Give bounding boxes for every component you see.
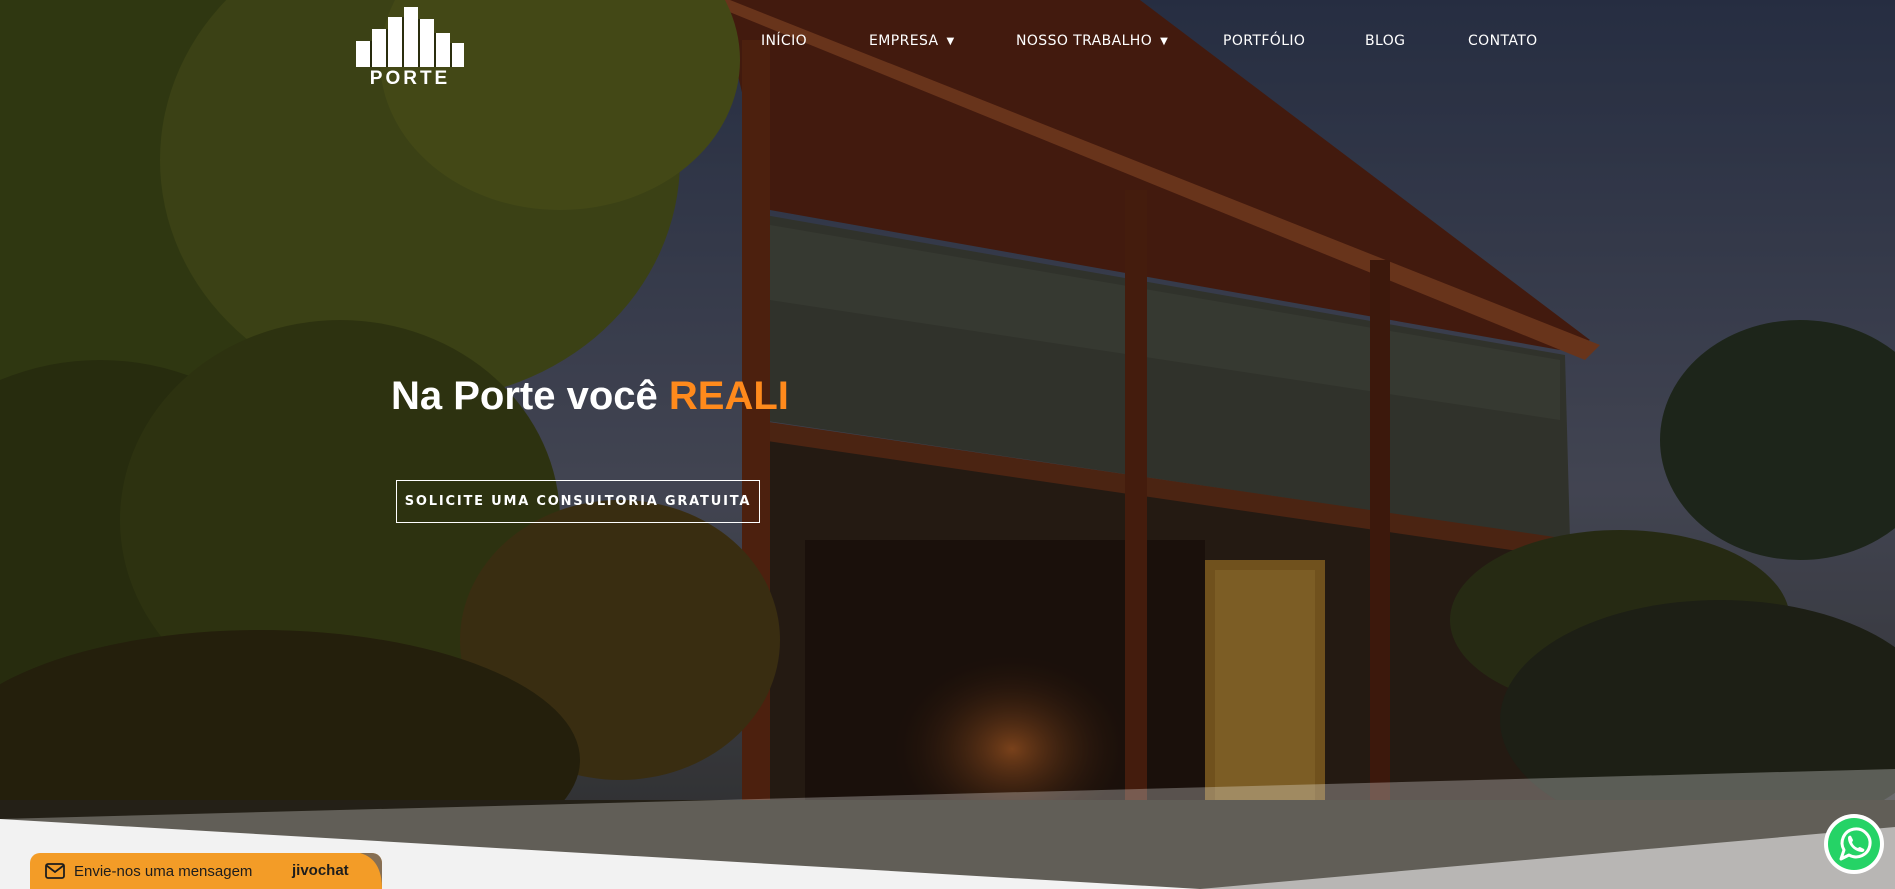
nav-label: CONTATO bbox=[1468, 33, 1538, 49]
consultation-button-label: SOLICITE UMA CONSULTORIA GRATUITA bbox=[404, 494, 752, 509]
nav-item-inicio[interactable]: INÍCIO bbox=[761, 33, 807, 49]
logo-text: PORTE bbox=[370, 68, 450, 85]
hero-headline: Na Porte você REALI bbox=[391, 374, 789, 419]
nav-item-blog[interactable]: BLOG bbox=[1365, 33, 1405, 49]
chat-brand: jivochat bbox=[292, 862, 349, 879]
nav-item-nosso-trabalho[interactable]: NOSSO TRABALHO ▼ bbox=[1016, 33, 1168, 49]
chat-corner-decoration bbox=[360, 853, 382, 889]
chevron-down-icon: ▼ bbox=[1160, 36, 1169, 47]
consultation-button[interactable]: SOLICITE UMA CONSULTORIA GRATUITA bbox=[396, 480, 760, 523]
chat-message-label: Envie-nos uma mensagem bbox=[74, 862, 253, 880]
whatsapp-icon[interactable] bbox=[1823, 813, 1885, 875]
mail-icon bbox=[45, 863, 65, 879]
headline-accent: REALI bbox=[668, 374, 789, 418]
nav-item-portfolio[interactable]: PORTFÓLIO bbox=[1223, 33, 1305, 49]
nav-item-contato[interactable]: CONTATO bbox=[1468, 33, 1538, 49]
chevron-down-icon: ▼ bbox=[946, 36, 955, 47]
nav-label: NOSSO TRABALHO bbox=[1016, 33, 1153, 49]
nav-label: PORTFÓLIO bbox=[1223, 33, 1306, 49]
headline-prefix: Na Porte você bbox=[391, 374, 669, 418]
nav-label: INÍCIO bbox=[761, 33, 808, 49]
hero-section bbox=[0, 0, 1895, 889]
hero-overlay bbox=[0, 0, 1895, 889]
porte-logo[interactable]: PORTE bbox=[356, 5, 464, 85]
nav-label: EMPRESA bbox=[869, 33, 939, 49]
nav-item-empresa[interactable]: EMPRESA ▼ bbox=[869, 33, 955, 49]
nav-label: BLOG bbox=[1365, 33, 1406, 49]
chat-widget[interactable]: Envie-nos uma mensagem jivochat bbox=[30, 853, 382, 889]
